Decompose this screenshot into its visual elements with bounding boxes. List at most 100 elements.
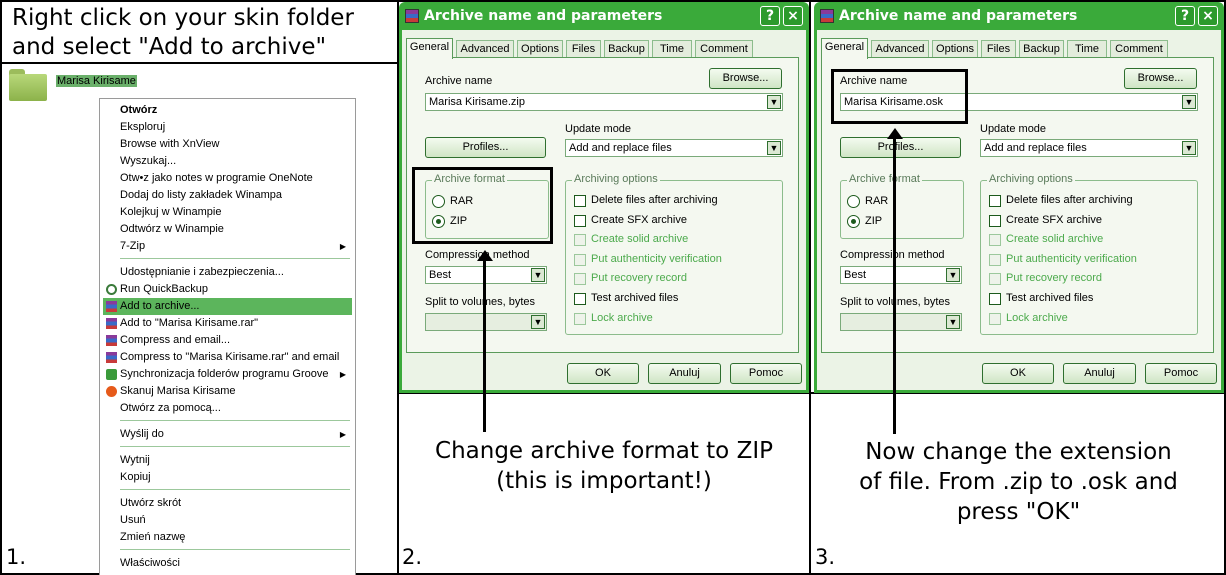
tab-options[interactable]: Options — [517, 40, 563, 58]
ok-button[interactable]: OK — [982, 363, 1054, 384]
option-checkbox[interactable] — [989, 234, 1001, 247]
tab-advanced[interactable]: Advanced — [871, 40, 929, 58]
option-checkbox[interactable] — [574, 273, 586, 286]
compression-method-value: Best — [844, 269, 867, 281]
menu-item[interactable]: Add to archive... — [103, 298, 352, 315]
option-checkbox[interactable] — [989, 253, 1001, 266]
compression-method-select[interactable]: Best ▼ — [425, 266, 547, 284]
menu-item[interactable]: Odtwórz w Winampie — [103, 221, 352, 238]
menu-item[interactable]: Add to "Marisa Kirisame.rar" — [103, 315, 352, 332]
chevron-down-icon[interactable]: ▼ — [1182, 141, 1196, 155]
chevron-down-icon[interactable]: ▼ — [1182, 95, 1196, 109]
step-number-1: 1. — [6, 545, 27, 569]
dialog-title: Archive name and parameters — [424, 8, 663, 24]
menu-item[interactable]: Kopiuj — [103, 469, 352, 486]
menu-item-label: Eksploruj — [120, 121, 166, 133]
tab-options[interactable]: Options — [932, 40, 978, 58]
option-checkbox[interactable] — [574, 293, 586, 305]
chevron-down-icon[interactable]: ▼ — [767, 95, 781, 109]
tab-comment[interactable]: Comment — [1110, 40, 1168, 58]
menu-item[interactable]: Run QuickBackup — [103, 281, 352, 298]
help-button[interactable]: Pomoc — [730, 363, 802, 384]
option-label: Create solid archive — [591, 233, 689, 246]
menu-item[interactable]: Skanuj Marisa Kirisame — [103, 383, 352, 400]
menu-item-label: Compress and email... — [120, 334, 231, 346]
option-checkbox[interactable] — [574, 234, 586, 247]
chevron-down-icon[interactable]: ▼ — [946, 268, 960, 282]
option-checkbox[interactable] — [574, 312, 586, 325]
menu-item[interactable]: Dodaj do listy zakładek Winampa — [103, 187, 352, 204]
menu-item[interactable]: Wyślij do ▶ — [103, 426, 352, 443]
menu-item[interactable]: Compress to "Marisa Kirisame.rar" and em… — [103, 349, 352, 366]
folder-icon[interactable] — [9, 67, 47, 101]
archive-name-combo[interactable]: Marisa Kirisame.zip ▼ — [425, 93, 783, 111]
menu-item[interactable]: Eksploruj — [103, 119, 352, 136]
menu-item[interactable]: Wytnij — [103, 452, 352, 469]
browse-button[interactable]: Browse... — [1124, 68, 1197, 89]
close-button[interactable]: × — [783, 6, 803, 26]
option-checkbox[interactable] — [989, 312, 1001, 325]
compression-method-value: Best — [429, 269, 452, 281]
close-button[interactable]: × — [1198, 6, 1218, 26]
tab-advanced[interactable]: Advanced — [456, 40, 514, 58]
chevron-down-icon[interactable]: ▼ — [946, 315, 960, 329]
help-title-button[interactable]: ? — [1175, 6, 1195, 26]
menu-item[interactable]: Utwórz skrót — [103, 495, 352, 512]
option-checkbox[interactable] — [989, 273, 1001, 286]
profiles-button[interactable]: Profiles... — [840, 137, 961, 158]
cancel-button[interactable]: Anuluj — [648, 363, 721, 384]
tab-general[interactable]: General — [821, 38, 868, 59]
option-checkbox[interactable] — [989, 195, 1001, 207]
profiles-button[interactable]: Profiles... — [425, 137, 546, 158]
tab-backup[interactable]: Backup — [1019, 40, 1064, 58]
option-checkbox[interactable] — [574, 195, 586, 207]
tab-time[interactable]: Time — [652, 40, 692, 58]
winrar-icon — [405, 9, 419, 23]
help-title-button[interactable]: ? — [760, 6, 780, 26]
menu-item[interactable]: Compress and email... — [103, 332, 352, 349]
update-mode-select[interactable]: Add and replace files ▼ — [980, 139, 1198, 157]
chevron-down-icon[interactable]: ▼ — [531, 268, 545, 282]
browse-button[interactable]: Browse... — [709, 68, 782, 89]
ok-button[interactable]: OK — [567, 363, 639, 384]
tab-files[interactable]: Files — [566, 40, 601, 58]
option-label: Create SFX archive — [591, 213, 687, 226]
menu-item[interactable]: Otw•z jako notes w programie OneNote — [103, 170, 352, 187]
menu-item[interactable]: Kolejkuj w Winampie — [103, 204, 352, 221]
tab-backup[interactable]: Backup — [604, 40, 649, 58]
menu-item[interactable]: Browse with XnView — [103, 136, 352, 153]
folder-label[interactable]: Marisa Kirisame — [56, 75, 137, 87]
cancel-button[interactable]: Anuluj — [1063, 363, 1136, 384]
menu-item[interactable]: Udostępnianie i zabezpieczenia... — [103, 264, 352, 281]
option-checkbox[interactable] — [574, 253, 586, 266]
tab-time[interactable]: Time — [1067, 40, 1107, 58]
archive-format-highlight-box — [412, 167, 553, 244]
panel3-caption-line2: of file. From .zip to .osk and — [859, 469, 1178, 495]
update-mode-select[interactable]: Add and replace files ▼ — [565, 139, 783, 157]
menu-item[interactable]: Właściwości — [103, 555, 352, 572]
menu-item[interactable]: Otwórz za pomocą... — [103, 400, 352, 417]
option-label: Create solid archive — [1006, 233, 1104, 246]
menu-item[interactable]: Wyszukaj... — [103, 153, 352, 170]
split-volumes-select[interactable]: ▼ — [425, 313, 547, 331]
chevron-down-icon[interactable]: ▼ — [531, 315, 545, 329]
zip-radio[interactable] — [847, 215, 860, 228]
rar-radio[interactable] — [847, 195, 860, 208]
compression-method-select[interactable]: Best ▼ — [840, 266, 962, 284]
menu-item[interactable]: 7-Zip ▶ — [103, 238, 352, 255]
menu-item[interactable]: Synchronizacja folderów programu Groove ▶ — [103, 366, 352, 383]
split-volumes-select[interactable]: ▼ — [840, 313, 962, 331]
tab-general[interactable]: General — [406, 38, 453, 59]
option-checkbox[interactable] — [574, 214, 586, 227]
tab-comment[interactable]: Comment — [695, 40, 753, 58]
archive-format-label: Archive format — [847, 173, 922, 185]
tab-files[interactable]: Files — [981, 40, 1016, 58]
archiving-options-group: Archiving options Delete files after arc… — [565, 173, 783, 335]
menu-item[interactable]: Zmień nazwę — [103, 529, 352, 546]
chevron-down-icon[interactable]: ▼ — [767, 141, 781, 155]
menu-item[interactable]: Otwórz — [103, 102, 352, 119]
help-button[interactable]: Pomoc — [1145, 363, 1217, 384]
menu-item[interactable]: Usuń — [103, 512, 352, 529]
option-checkbox[interactable] — [989, 214, 1001, 227]
option-checkbox[interactable] — [989, 293, 1001, 305]
